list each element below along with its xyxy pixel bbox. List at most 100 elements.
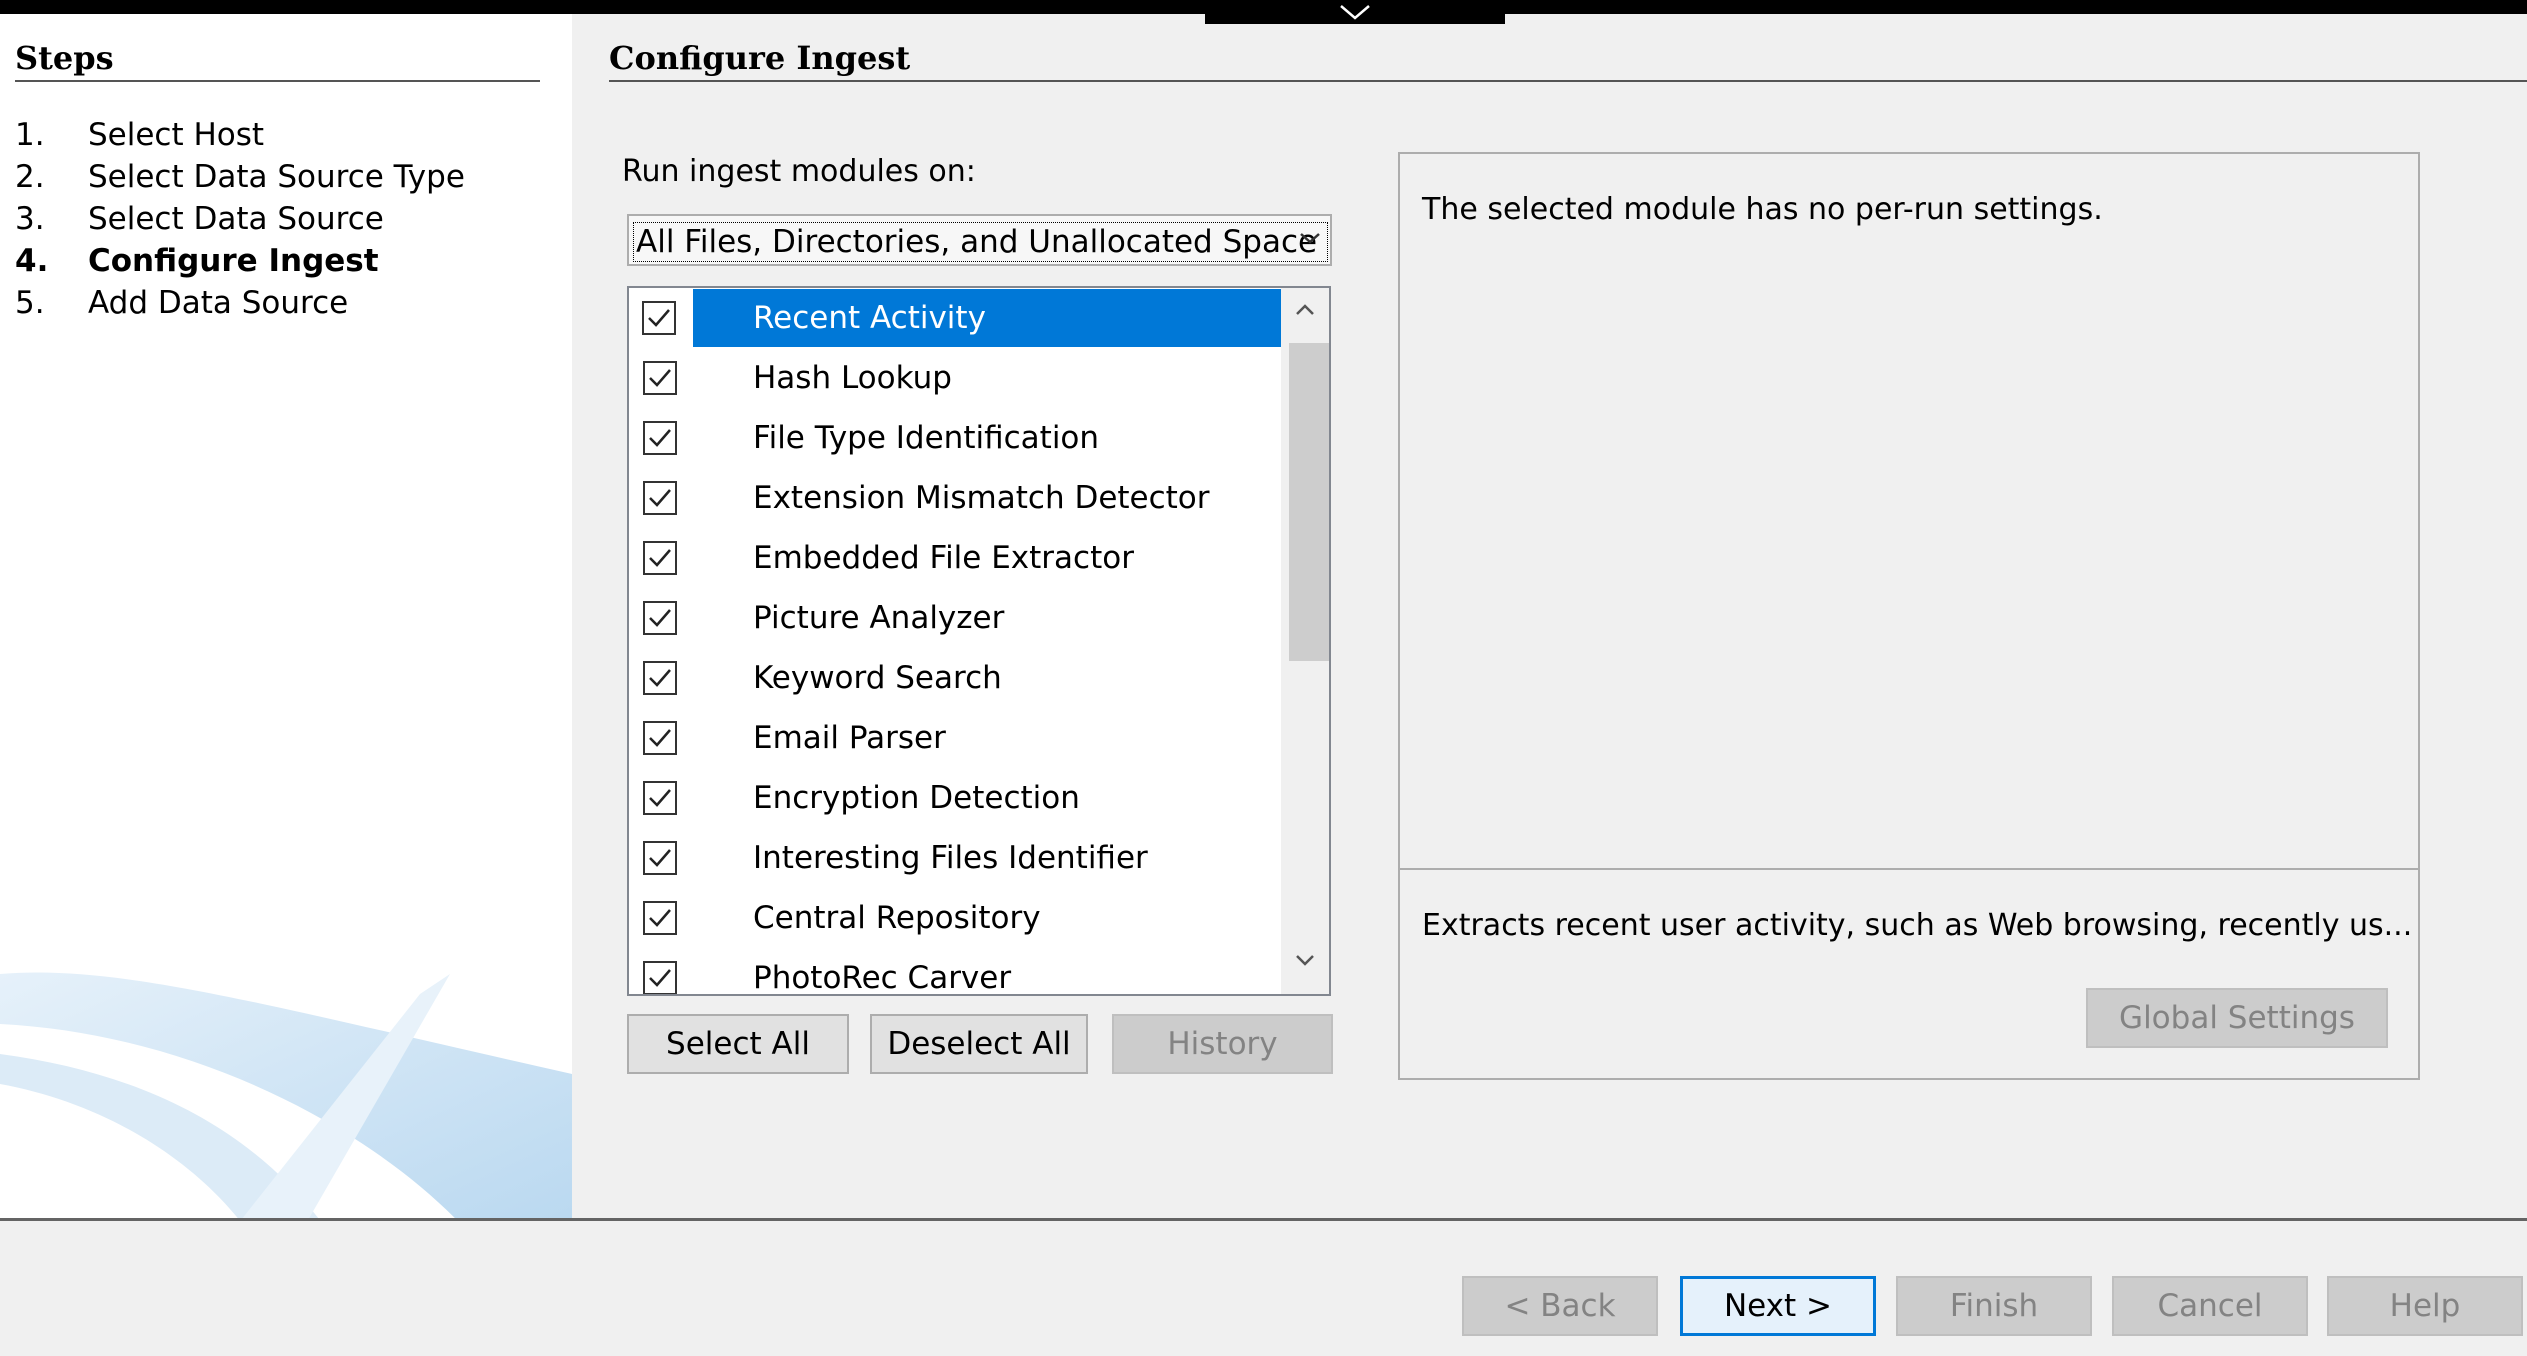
module-label: Hash Lookup bbox=[753, 360, 952, 396]
module-row[interactable]: Central Repository bbox=[629, 889, 1329, 947]
step-number: 1. bbox=[15, 117, 45, 153]
module-row[interactable]: Interesting Files Identifier bbox=[629, 829, 1329, 887]
module-row[interactable]: Embedded File Extractor bbox=[629, 529, 1329, 587]
run-ingest-dropdown[interactable]: All Files, Directories, and Unallocated … bbox=[627, 214, 1332, 266]
module-checkbox[interactable] bbox=[643, 661, 677, 695]
scrollbar-thumb[interactable] bbox=[1289, 343, 1329, 661]
module-label: Interesting Files Identifier bbox=[753, 840, 1148, 876]
step-label: Select Host bbox=[88, 117, 265, 153]
module-label: Extension Mismatch Detector bbox=[753, 480, 1210, 516]
chevron-up-icon[interactable] bbox=[1289, 300, 1321, 320]
module-row[interactable]: Extension Mismatch Detector bbox=[629, 469, 1329, 527]
chevron-down-icon[interactable] bbox=[1289, 950, 1321, 970]
module-checkbox[interactable] bbox=[643, 961, 677, 994]
module-label: Central Repository bbox=[753, 900, 1041, 936]
checkmark-icon bbox=[649, 369, 671, 387]
checkmark-icon bbox=[649, 609, 671, 627]
step-item: 2. Select Data Source Type bbox=[15, 156, 465, 198]
module-checkbox-cell bbox=[629, 529, 691, 587]
module-checkbox[interactable] bbox=[643, 721, 677, 755]
checkmark-icon bbox=[649, 789, 671, 807]
help-button[interactable]: Help bbox=[2327, 1276, 2523, 1336]
checkmark-icon bbox=[649, 489, 671, 507]
module-checkbox[interactable] bbox=[643, 541, 677, 575]
module-label: Keyword Search bbox=[753, 660, 1002, 696]
checkmark-icon bbox=[648, 309, 670, 327]
step-number: 2. bbox=[15, 159, 45, 195]
module-checkbox-cell bbox=[629, 949, 691, 994]
history-button[interactable]: History bbox=[1112, 1014, 1333, 1074]
module-checkbox-cell bbox=[629, 289, 691, 347]
module-checkbox[interactable] bbox=[643, 841, 677, 875]
module-checkbox[interactable] bbox=[642, 301, 676, 335]
next-button[interactable]: Next > bbox=[1680, 1276, 1876, 1336]
step-number: 5. bbox=[15, 285, 45, 321]
configure-ingest-panel: Configure Ingest Run ingest modules on: … bbox=[572, 14, 2527, 1218]
step-label: Configure Ingest bbox=[88, 243, 379, 279]
step-item: 5. Add Data Source bbox=[15, 282, 465, 324]
global-settings-button[interactable]: Global Settings bbox=[2086, 988, 2388, 1048]
module-label: Picture Analyzer bbox=[753, 600, 1005, 636]
finish-button[interactable]: Finish bbox=[1896, 1276, 2092, 1336]
step-number: 3. bbox=[15, 201, 45, 237]
steps-list: 1. Select Host 2. Select Data Source Type 3.… bbox=[15, 114, 465, 324]
footer-divider bbox=[0, 1218, 2527, 1221]
chevron-down-icon bbox=[1300, 233, 1320, 244]
settings-message: The selected module has no per-run setti… bbox=[1422, 192, 2103, 227]
run-ingest-label: Run ingest modules on: bbox=[622, 154, 976, 189]
module-list-scrollbar[interactable] bbox=[1281, 288, 1329, 994]
module-checkbox-cell bbox=[629, 889, 691, 947]
checkmark-icon bbox=[649, 669, 671, 687]
module-checkbox-cell bbox=[629, 469, 691, 527]
module-checkbox[interactable] bbox=[643, 901, 677, 935]
step-item: 4. Configure Ingest bbox=[15, 240, 465, 282]
module-checkbox[interactable] bbox=[643, 421, 677, 455]
steps-title: Steps bbox=[15, 39, 114, 77]
step-label: Add Data Source bbox=[88, 285, 349, 321]
module-checkbox[interactable] bbox=[643, 481, 677, 515]
module-checkbox[interactable] bbox=[643, 781, 677, 815]
module-label: Embedded File Extractor bbox=[753, 540, 1134, 576]
module-row[interactable]: Hash Lookup bbox=[629, 349, 1329, 407]
ingest-module-list[interactable]: PhotoRec Carver Central Repository Interes… bbox=[627, 286, 1331, 996]
cancel-button[interactable]: Cancel bbox=[2112, 1276, 2308, 1336]
module-row[interactable]: Picture Analyzer bbox=[629, 589, 1329, 647]
step-label: Select Data Source bbox=[88, 201, 384, 237]
module-row[interactable]: Encryption Detection bbox=[629, 769, 1329, 827]
module-checkbox-cell bbox=[629, 649, 691, 707]
module-checkbox-cell bbox=[629, 769, 691, 827]
module-checkbox[interactable] bbox=[643, 601, 677, 635]
module-row[interactable]: Email Parser bbox=[629, 709, 1329, 767]
module-description: Extracts recent user activity, such as W… bbox=[1422, 908, 2413, 943]
module-settings-panel: The selected module has no per-run setti… bbox=[1398, 152, 2420, 1080]
checkmark-icon bbox=[649, 729, 671, 747]
module-label: Email Parser bbox=[753, 720, 946, 756]
step-item: 3. Select Data Source bbox=[15, 198, 465, 240]
step-number: 4. bbox=[15, 243, 49, 279]
module-row[interactable]: File Type Identification bbox=[629, 409, 1329, 467]
wizard-swoosh-graphic bbox=[0, 972, 572, 1218]
module-label: Recent Activity bbox=[693, 289, 1329, 347]
checkmark-icon bbox=[649, 969, 671, 987]
settings-divider bbox=[1400, 868, 2418, 870]
module-checkbox[interactable] bbox=[643, 361, 677, 395]
module-checkbox-cell bbox=[629, 409, 691, 467]
module-checkbox-cell bbox=[629, 829, 691, 887]
steps-divider bbox=[15, 80, 540, 82]
module-row[interactable]: Keyword Search bbox=[629, 649, 1329, 707]
step-item: 1. Select Host bbox=[15, 114, 465, 156]
step-label: Select Data Source Type bbox=[88, 159, 465, 195]
module-row[interactable]: Recent Activity bbox=[629, 289, 1329, 347]
module-checkbox-cell bbox=[629, 349, 691, 407]
back-button[interactable]: < Back bbox=[1462, 1276, 1658, 1336]
steps-panel: Steps 1. Select Host 2. Select Data Source … bbox=[0, 14, 572, 1218]
select-all-button[interactable]: Select All bbox=[627, 1014, 849, 1074]
checkmark-icon bbox=[649, 549, 671, 567]
checkmark-icon bbox=[649, 909, 671, 927]
module-checkbox-cell bbox=[629, 709, 691, 767]
module-row[interactable]: PhotoRec Carver bbox=[629, 949, 1329, 994]
run-ingest-dropdown-value: All Files, Directories, and Unallocated … bbox=[633, 222, 1329, 262]
deselect-all-button[interactable]: Deselect All bbox=[870, 1014, 1088, 1074]
module-checkbox-cell bbox=[629, 589, 691, 647]
title-divider bbox=[609, 80, 2527, 82]
